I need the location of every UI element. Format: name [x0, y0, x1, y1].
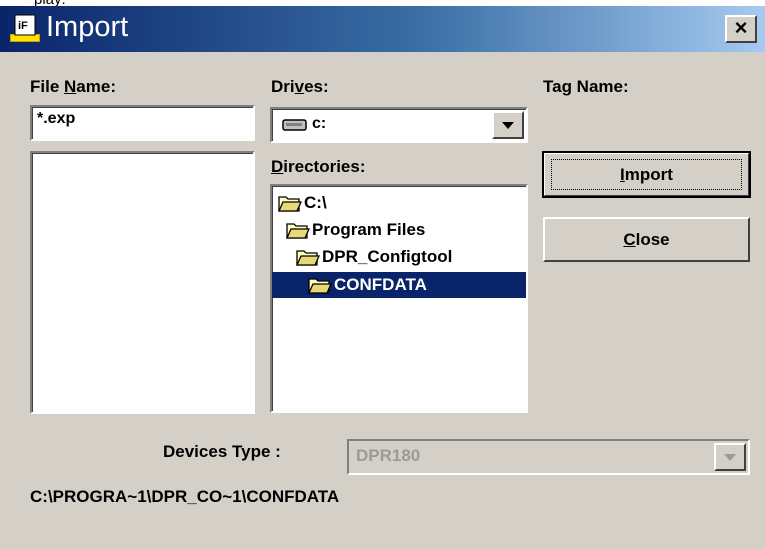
open-folder-icon — [286, 223, 310, 239]
directories-list[interactable]: C:\ Program Files DPR_Configtool CONFDAT… — [270, 184, 528, 413]
directory-item-label: CONFDATA — [334, 275, 427, 294]
open-folder-icon — [278, 196, 302, 212]
tag-name-label: Tag Name: — [543, 77, 629, 96]
directory-item-label: Program Files — [312, 220, 426, 239]
directory-item-label: DPR_Configtool — [322, 247, 453, 266]
directory-item-label: C:\ — [304, 193, 327, 212]
title-bar[interactable]: iF Import × — [0, 6, 765, 52]
close-window-button[interactable]: × — [725, 15, 757, 43]
drives-dropdown-button[interactable] — [492, 111, 524, 139]
devices-type-combo[interactable]: DPR180 — [347, 439, 750, 475]
open-folder-icon — [308, 278, 332, 294]
app-icon: iF — [10, 14, 40, 42]
focus-ring — [551, 159, 742, 190]
svg-text:iF: iF — [18, 20, 28, 32]
directory-item[interactable]: C:\ — [278, 190, 327, 216]
current-path: C:\PROGRA~1\DPR_CO~1\CONFDATA — [30, 487, 340, 506]
window-title: Import — [46, 11, 129, 43]
file-name-input[interactable]: *.exp — [30, 105, 255, 141]
chevron-down-icon — [724, 454, 736, 461]
directory-item[interactable]: DPR_Configtool — [296, 244, 452, 270]
directory-item[interactable]: Program Files — [286, 217, 425, 243]
devices-type-dropdown-button[interactable] — [714, 443, 746, 471]
directories-label: Directories: — [271, 157, 366, 176]
drives-label: Drives: — [271, 77, 329, 96]
close-icon: × — [734, 15, 748, 40]
drives-combo[interactable]: c: — [270, 107, 528, 143]
import-button[interactable]: Import — [542, 151, 751, 198]
directory-item-selected[interactable]: CONFDATA — [272, 272, 526, 298]
file-list[interactable] — [30, 151, 255, 414]
chevron-down-icon — [502, 122, 514, 129]
drives-selected-value: c: — [312, 115, 327, 132]
open-folder-icon — [296, 250, 320, 266]
file-name-value: *.exp — [37, 110, 76, 127]
import-dialog: iF Import × File Name: *.exp Drives: c: … — [0, 6, 765, 549]
devices-type-value: DPR180 — [356, 446, 421, 465]
close-button[interactable]: Close — [543, 217, 750, 262]
devices-type-label: Devices Type : — [163, 442, 281, 461]
file-name-label: File Name: — [30, 77, 116, 96]
drive-icon — [282, 119, 307, 131]
